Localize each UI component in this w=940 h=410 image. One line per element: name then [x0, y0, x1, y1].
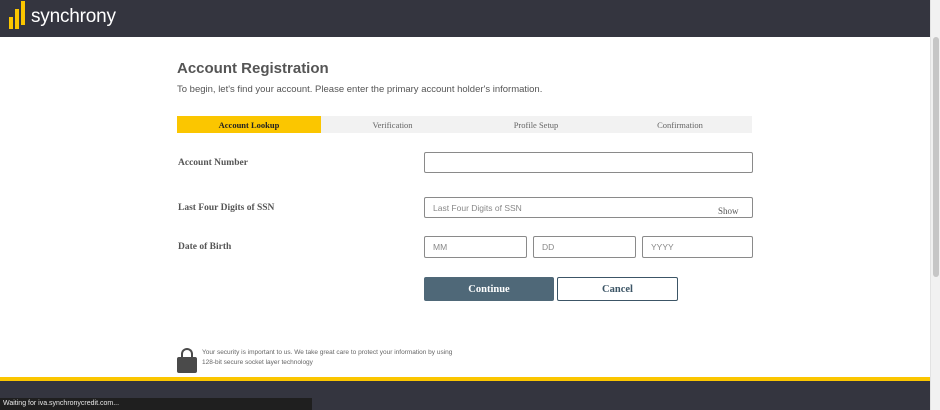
- dob-label: Date of Birth: [178, 242, 232, 252]
- account-number-input[interactable]: [424, 152, 753, 173]
- synchrony-logo-icon: [9, 1, 27, 29]
- account-number-label: Account Number: [178, 158, 248, 168]
- dob-month-input[interactable]: [424, 236, 527, 258]
- page-subtitle: To begin, let's find your account. Pleas…: [177, 84, 543, 95]
- vertical-scrollbar[interactable]: [930, 0, 940, 410]
- step-verification: Verification: [372, 119, 413, 130]
- dob-year-input[interactable]: [642, 236, 753, 258]
- security-notice: Your security is important to us. We tak…: [202, 349, 453, 366]
- synchrony-logo[interactable]: synchrony: [9, 1, 116, 29]
- logo-text: synchrony: [31, 6, 116, 27]
- continue-button[interactable]: Continue: [424, 277, 554, 301]
- progress-steps: Account Lookup Verification Profile Setu…: [177, 116, 752, 133]
- dob-day-input[interactable]: [533, 236, 636, 258]
- page-title: Account Registration: [177, 60, 329, 77]
- step-confirmation: Confirmation: [657, 119, 703, 130]
- ssn-label: Last Four Digits of SSN: [178, 203, 275, 213]
- ssn-show-toggle[interactable]: Show: [718, 206, 739, 216]
- header-bar: synchrony: [0, 0, 930, 37]
- lock-icon: [177, 348, 197, 373]
- ssn-input[interactable]: [424, 197, 753, 218]
- browser-status-bar: Waiting for iva.synchronycredit.com...: [0, 398, 312, 410]
- scrollbar-thumb[interactable]: [933, 37, 939, 277]
- step-profile-setup: Profile Setup: [513, 119, 559, 130]
- cancel-button[interactable]: Cancel: [557, 277, 678, 301]
- step-account-lookup: Account Lookup: [177, 116, 321, 133]
